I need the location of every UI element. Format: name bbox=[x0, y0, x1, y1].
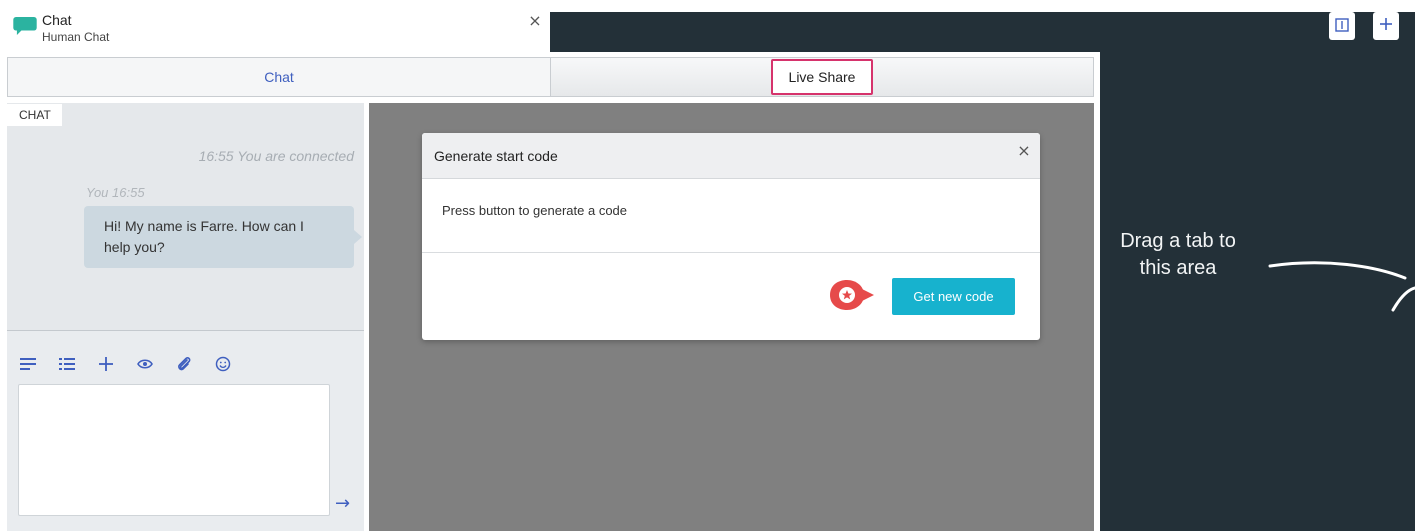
close-tab-button[interactable]: × bbox=[526, 12, 544, 30]
system-message: 16:55 You are connected bbox=[198, 148, 354, 164]
generate-code-dialog: Generate start code × Press button to ge… bbox=[422, 133, 1040, 340]
tab-title: Chat bbox=[42, 12, 72, 28]
align-left-icon[interactable] bbox=[18, 354, 38, 374]
tab-subtitle: Human Chat bbox=[42, 30, 110, 44]
window-tab[interactable]: Chat Human Chat × bbox=[0, 0, 550, 52]
list-icon[interactable] bbox=[57, 354, 77, 374]
eye-icon[interactable] bbox=[135, 354, 155, 374]
chat-logo-icon bbox=[13, 17, 37, 35]
plus-icon[interactable] bbox=[96, 354, 116, 374]
drag-tab-hint: Drag a tab to this area bbox=[1120, 230, 1236, 279]
attachment-icon[interactable] bbox=[174, 354, 194, 374]
marker-pointer-icon bbox=[830, 280, 874, 310]
split-view-icon bbox=[1335, 17, 1349, 36]
app-root: Drag a tab to this area Chat Human Chat … bbox=[0, 0, 1415, 531]
smiley-icon[interactable] bbox=[213, 354, 233, 374]
message-meta: You 16:55 bbox=[86, 185, 145, 200]
compose-toolbar bbox=[18, 354, 252, 374]
message-input[interactable] bbox=[18, 384, 330, 516]
tabs-bar: Chat Live Share bbox=[7, 57, 1094, 97]
curved-arrow-icon bbox=[1268, 261, 1415, 312]
send-button[interactable]: → bbox=[335, 494, 355, 514]
dialog-header: Generate start code × bbox=[422, 133, 1040, 179]
plus-icon bbox=[1378, 16, 1394, 36]
get-new-code-button[interactable]: Get new code bbox=[892, 278, 1015, 315]
dialog-title: Generate start code bbox=[434, 148, 558, 164]
split-view-button[interactable] bbox=[1329, 12, 1355, 40]
dialog-close-button[interactable]: × bbox=[1015, 141, 1033, 161]
tab-live-share[interactable]: Live Share bbox=[551, 58, 1093, 96]
message-bubble: Hi! My name is Farre. How can I help you… bbox=[84, 206, 354, 268]
tab-chat-label: Chat bbox=[264, 69, 294, 85]
dialog-message: Press button to generate a code bbox=[442, 203, 628, 218]
tab-live-share-label: Live Share bbox=[770, 59, 874, 95]
tab-chat[interactable]: Chat bbox=[8, 58, 551, 96]
dialog-divider bbox=[422, 252, 1040, 253]
bubble-tail bbox=[354, 230, 362, 244]
chat-section-label: CHAT bbox=[7, 104, 62, 126]
add-tab-button[interactable] bbox=[1373, 12, 1399, 40]
